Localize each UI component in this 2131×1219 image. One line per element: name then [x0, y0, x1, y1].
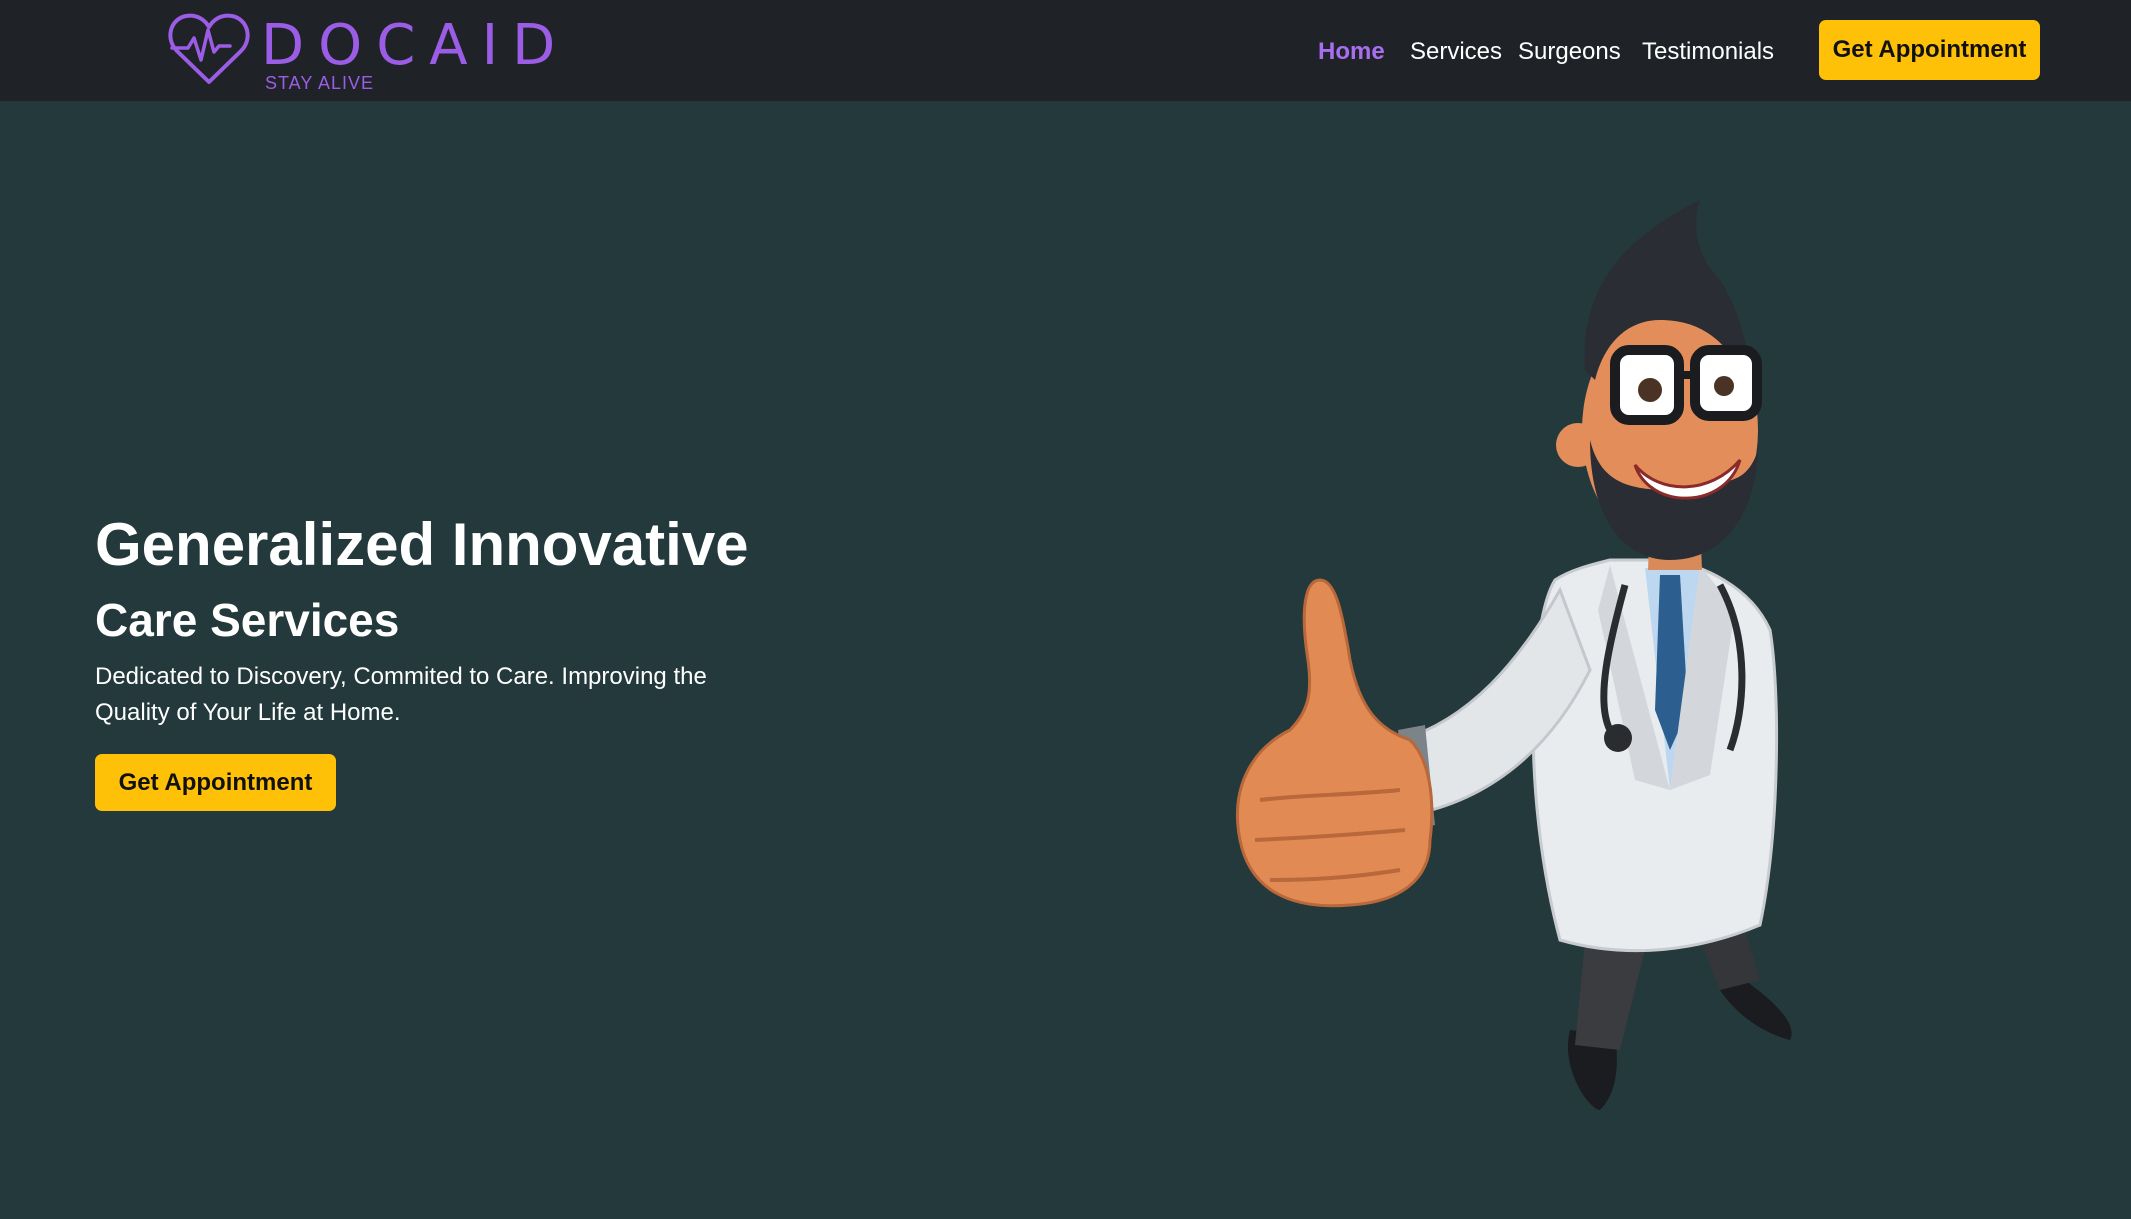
nav-link-testimonials[interactable]: Testimonials [1642, 36, 1774, 68]
hero-get-appointment-button[interactable]: Get Appointment [95, 754, 336, 811]
nav-link-services[interactable]: Services [1410, 36, 1502, 68]
hero-description: Dedicated to Discovery, Commited to Care… [95, 663, 707, 726]
doctor-illustration [1235, 200, 1792, 1110]
nav-get-appointment-button[interactable]: Get Appointment [1819, 20, 2040, 80]
brand-name: DOCAID [261, 13, 570, 78]
brand-logo[interactable]: DOCAID STAY ALIVE [168, 10, 555, 93]
hero-subtitle: Care Services [95, 594, 400, 646]
nav-link-surgeons[interactable]: Surgeons [1518, 36, 1621, 68]
nav-link-home[interactable]: Home [1318, 36, 1385, 68]
hero-title: Generalized Innovative [95, 511, 749, 578]
navbar: DOCAID STAY ALIVE Home Services Surgeons… [0, 0, 2131, 101]
brand-tagline: STAY ALIVE [265, 73, 375, 93]
heartbeat-heart-icon [168, 13, 250, 84]
